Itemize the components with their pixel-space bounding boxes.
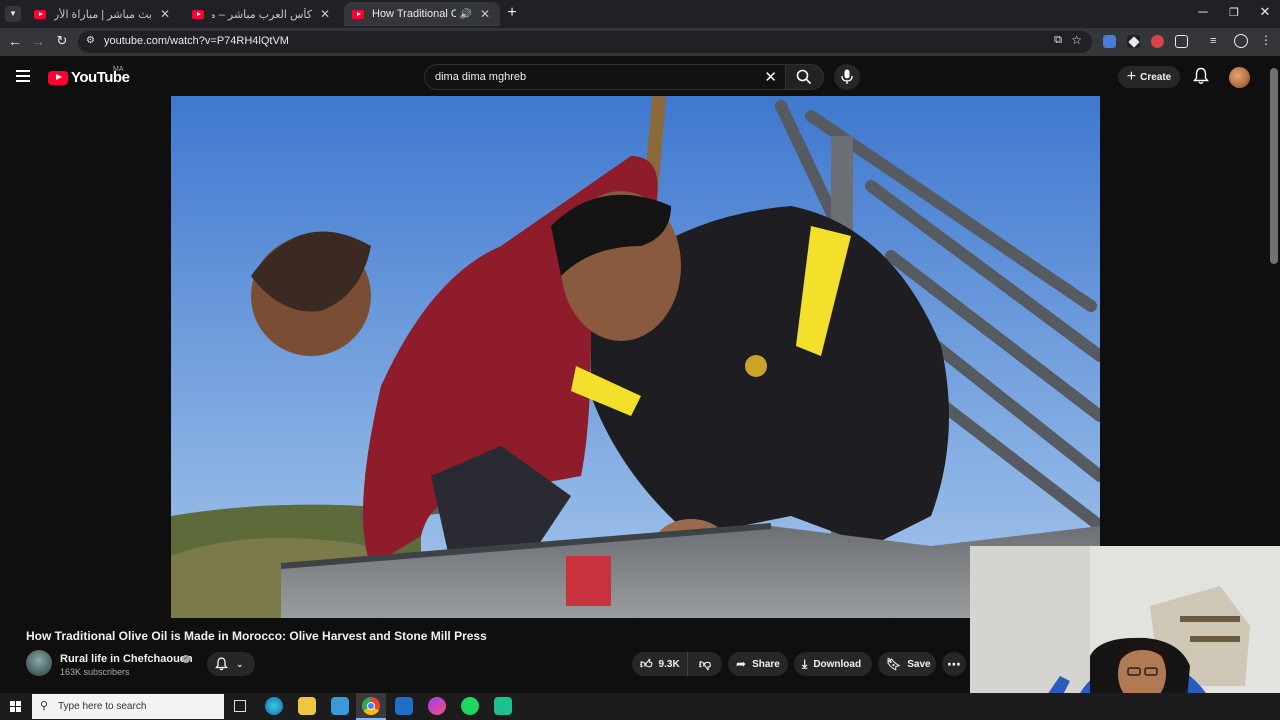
create-label: Create bbox=[1140, 71, 1172, 83]
save-button[interactable]: 🔖︎ Save bbox=[878, 652, 936, 676]
more-actions-button[interactable]: ⋯ bbox=[942, 652, 966, 676]
hamburger-menu-icon[interactable] bbox=[16, 70, 30, 85]
tab-close-icon[interactable]: ✕ bbox=[158, 7, 172, 21]
forward-icon[interactable]: → bbox=[29, 33, 47, 49]
notifications-bell-icon[interactable] bbox=[1193, 67, 1209, 90]
new-tab-button[interactable]: + bbox=[504, 4, 520, 22]
thumbs-down-icon: 👎︎ bbox=[698, 656, 712, 671]
download-icon: ⤓ bbox=[802, 656, 808, 671]
tab-arab-cup[interactable]: كأس العرب مباشر – مباراة : السعو ✕ bbox=[184, 2, 340, 26]
tab-title: كأس العرب مباشر – مباراة : السعو bbox=[212, 8, 312, 21]
video-player[interactable] bbox=[171, 96, 1100, 618]
clear-search-icon[interactable]: ✕ bbox=[764, 68, 777, 86]
reload-icon[interactable]: ↻ bbox=[53, 33, 71, 49]
like-dislike-group: 👍︎ 9.3K 👎︎ bbox=[632, 652, 722, 676]
green-app-icon[interactable] bbox=[494, 697, 512, 715]
video-frame bbox=[171, 96, 1100, 618]
avatar[interactable] bbox=[1229, 67, 1250, 88]
tab-search-button[interactable]: ▼ bbox=[5, 6, 21, 22]
dislike-button[interactable]: 👎︎ bbox=[688, 652, 722, 676]
file-explorer-icon[interactable] bbox=[298, 697, 316, 715]
microsoft-store-icon[interactable] bbox=[331, 697, 349, 715]
windows-taskbar: ⚲ Type here to search bbox=[0, 693, 1280, 720]
plus-icon: + bbox=[1126, 68, 1137, 85]
share-icon: ➦ bbox=[736, 657, 747, 671]
taskbar-search-placeholder: Type here to search bbox=[58, 701, 147, 712]
browser-toolbar: ← → ↻ ⚙ youtube.com/watch?v=P74RH4lQtVM … bbox=[0, 28, 1280, 56]
spotify-icon[interactable] bbox=[461, 697, 479, 715]
tab-title: بث مباشر | مباراة الأردن والمغرب bbox=[54, 8, 152, 21]
share-label: Share bbox=[752, 658, 780, 670]
save-playlist-icon: 🔖︎ bbox=[886, 657, 902, 671]
save-label: Save bbox=[907, 658, 931, 670]
chrome-icon[interactable] bbox=[362, 697, 380, 715]
thumbs-up-icon: 👍︎ bbox=[640, 656, 653, 671]
youtube-favicon-icon bbox=[192, 9, 204, 19]
youtube-play-icon bbox=[48, 70, 68, 85]
create-button[interactable]: + Create bbox=[1118, 66, 1180, 88]
address-bar[interactable]: ⚙ youtube.com/watch?v=P74RH4lQtVM ⧉ ☆ bbox=[78, 31, 1092, 53]
download-button[interactable]: ⤓ Download bbox=[794, 652, 872, 676]
edge-browser-icon[interactable] bbox=[265, 697, 283, 715]
youtube-logo[interactable]: YouTube MA bbox=[48, 66, 130, 86]
tab-jordan-morocco[interactable]: بث مباشر | مباراة الأردن والمغرب ✕ bbox=[26, 2, 180, 26]
page-scrollbar[interactable] bbox=[1270, 68, 1278, 264]
like-button[interactable]: 👍︎ 9.3K bbox=[632, 652, 688, 676]
translate-extension-icon[interactable] bbox=[1103, 35, 1116, 48]
tab-close-icon[interactable]: ✕ bbox=[318, 7, 332, 21]
speaker-icon[interactable]: 🔊 bbox=[460, 9, 472, 20]
red-extension-icon[interactable] bbox=[1151, 35, 1164, 48]
like-count: 9.3K bbox=[658, 658, 680, 670]
video-title: How Traditional Olive Oil is Made in Mor… bbox=[26, 629, 487, 643]
subscriber-count: 163K subscribers bbox=[60, 667, 130, 677]
media-controls-icon[interactable]: ≡ bbox=[1210, 35, 1216, 47]
notification-subscription-button[interactable]: ⌄ bbox=[207, 652, 255, 676]
url-text: youtube.com/watch?v=P74RH4lQtVM bbox=[104, 35, 289, 47]
chevron-down-icon: ⌄ bbox=[236, 658, 244, 669]
microphone-icon bbox=[841, 69, 853, 84]
search-query: dima dima mghreb bbox=[435, 71, 527, 83]
download-label: Download bbox=[813, 658, 862, 670]
profile-icon[interactable] bbox=[1234, 34, 1248, 48]
country-code: MA bbox=[113, 66, 124, 73]
verified-badge-icon: ✓ bbox=[182, 655, 190, 663]
task-view-icon[interactable] bbox=[234, 700, 246, 712]
search-input[interactable]: dima dima mghreb ✕ bbox=[424, 64, 786, 90]
bell-icon bbox=[215, 657, 228, 671]
search-icon bbox=[796, 69, 812, 85]
youtube-header: YouTube MA dima dima mghreb ✕ + Create bbox=[0, 56, 1280, 96]
tab-close-icon[interactable]: ✕ bbox=[478, 7, 492, 21]
search-icon: ⚲ bbox=[40, 700, 49, 712]
close-window-icon[interactable]: ✕ bbox=[1250, 4, 1280, 20]
taskbar-search-input[interactable]: ⚲ Type here to search bbox=[32, 694, 224, 719]
install-app-icon[interactable]: ⧉ bbox=[1054, 34, 1062, 47]
outlook-icon[interactable] bbox=[395, 697, 413, 715]
extensions-puzzle-icon[interactable] bbox=[1175, 35, 1188, 48]
tab-title: How Traditional Olive Oil is bbox=[372, 8, 456, 20]
restore-icon[interactable]: ❐ bbox=[1219, 6, 1249, 19]
tab-olive-oil[interactable]: How Traditional Olive Oil is 🔊 ✕ bbox=[344, 2, 500, 26]
browser-menu-icon[interactable]: ⋮ bbox=[1260, 33, 1272, 47]
channel-name[interactable]: Rural life in Chefchaouen bbox=[60, 653, 193, 665]
bookmark-star-icon[interactable]: ☆ bbox=[1071, 33, 1082, 47]
back-icon[interactable]: ← bbox=[6, 33, 24, 49]
diamond-extension-icon[interactable] bbox=[1127, 35, 1140, 48]
channel-avatar[interactable] bbox=[26, 650, 52, 676]
messenger-icon[interactable] bbox=[428, 697, 446, 715]
windows-start-icon[interactable] bbox=[10, 701, 21, 712]
youtube-favicon-icon bbox=[352, 9, 364, 19]
search-button[interactable] bbox=[786, 64, 824, 90]
share-button[interactable]: ➦ Share bbox=[728, 652, 788, 676]
minimize-icon[interactable]: ─ bbox=[1188, 4, 1218, 19]
voice-search-button[interactable] bbox=[834, 64, 860, 90]
youtube-favicon-icon bbox=[34, 9, 46, 19]
more-horizontal-icon: ⋯ bbox=[947, 655, 961, 672]
browser-tab-bar: ▼ بث مباشر | مباراة الأردن والمغرب ✕ كأس… bbox=[0, 0, 1280, 28]
site-info-icon[interactable]: ⚙ bbox=[86, 35, 95, 46]
